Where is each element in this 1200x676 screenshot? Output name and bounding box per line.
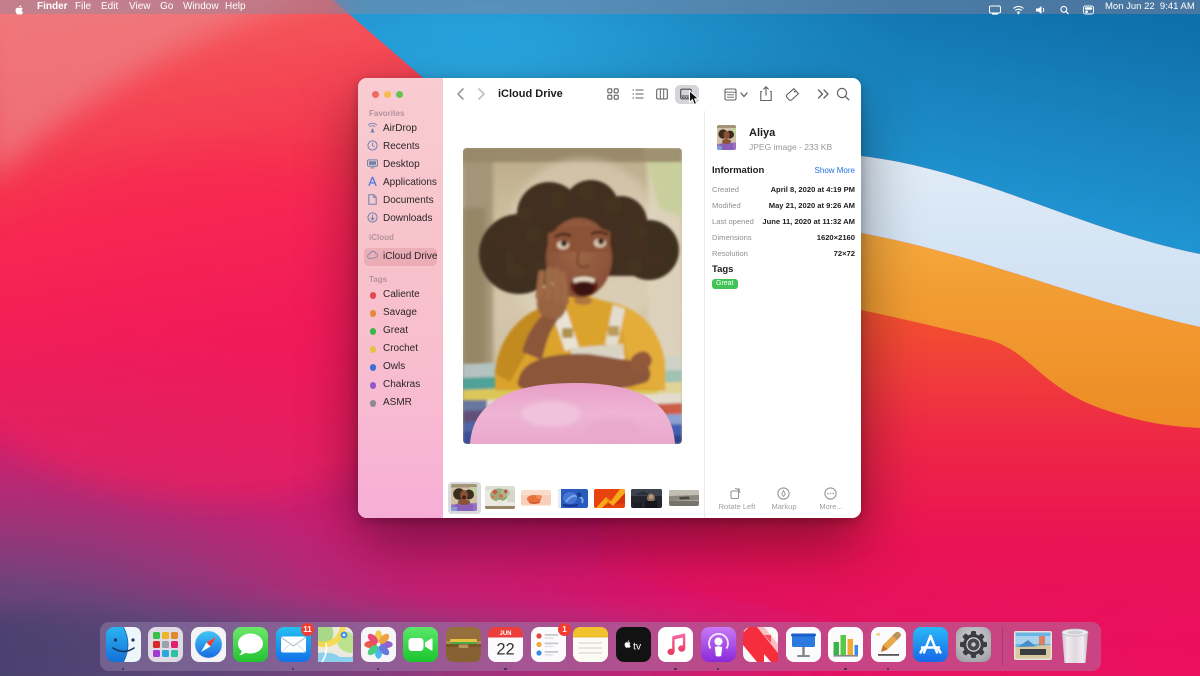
svg-text:“: “: [876, 631, 881, 641]
svg-text:22: 22: [496, 641, 514, 659]
svg-text:JUN: JUN: [499, 631, 511, 637]
svg-text:tv: tv: [633, 641, 642, 653]
